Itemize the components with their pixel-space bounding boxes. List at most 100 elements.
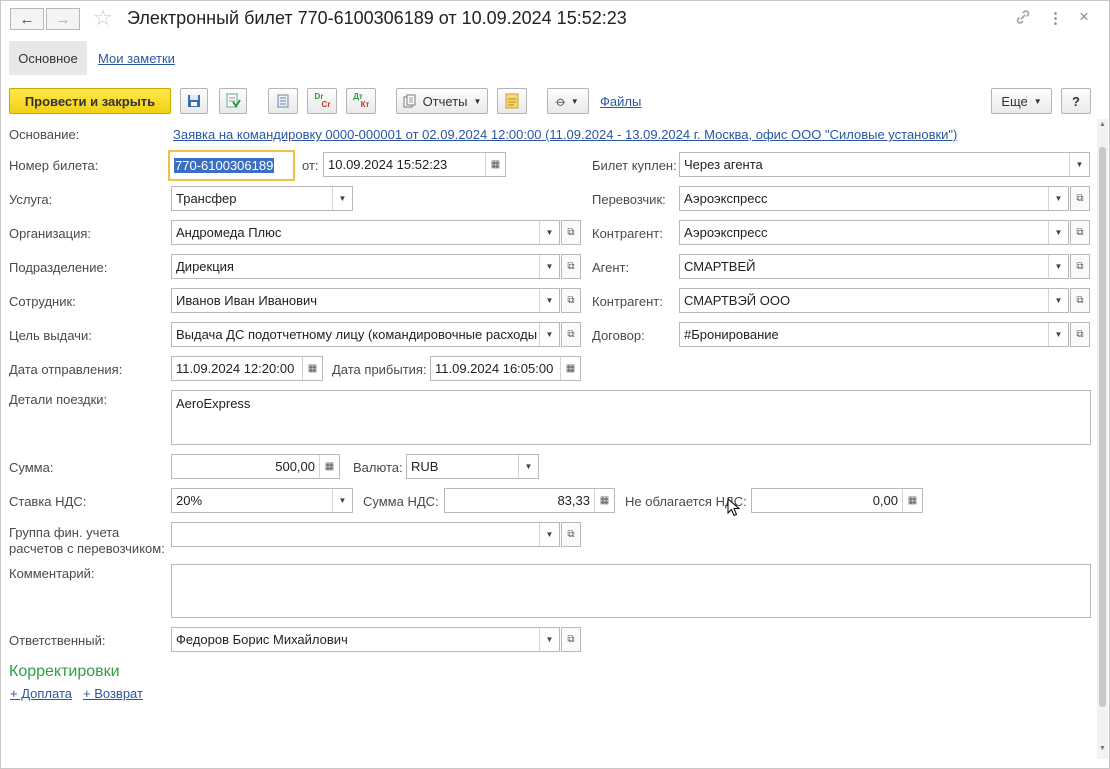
open-dept-button[interactable]: ⧉: [561, 254, 581, 279]
purpose-select[interactable]: Выдача ДС подотчетному лицу (командирово…: [171, 322, 560, 347]
vertical-scrollbar[interactable]: ▲ ▼: [1097, 119, 1108, 759]
note-button[interactable]: [497, 88, 527, 114]
calendar-icon[interactable]: ▦: [485, 153, 505, 176]
save-button[interactable]: [180, 88, 208, 114]
open-employee-button[interactable]: ⧉: [561, 288, 581, 313]
contract-select[interactable]: #Бронирование ▼: [679, 322, 1069, 347]
novat-input[interactable]: 0,00 ▦: [751, 488, 923, 513]
open-org-button[interactable]: ⧉: [561, 220, 581, 245]
chevron-down-icon[interactable]: ▼: [1048, 221, 1068, 244]
basis-link[interactable]: Заявка на командировку 0000-000001 от 02…: [173, 127, 957, 142]
employee-select[interactable]: Иванов Иван Иванович ▼: [171, 288, 560, 313]
depart-date-input[interactable]: 11.09.2024 12:20:00 ▦: [171, 356, 323, 381]
details-textarea[interactable]: AeroExpress: [171, 390, 1091, 445]
open-icon: ⧉: [567, 227, 575, 238]
cr-label: Cr: [321, 100, 331, 109]
service-select[interactable]: Трансфер ▼: [171, 186, 353, 211]
chevron-down-icon[interactable]: ▼: [539, 523, 559, 546]
calculator-icon[interactable]: ▦: [319, 455, 339, 478]
scrollbar-thumb[interactable]: [1099, 147, 1106, 707]
more-vert-icon[interactable]: ⋮: [1048, 9, 1063, 27]
post-and-close-button[interactable]: Провести и закрыть: [9, 88, 171, 114]
chevron-down-icon[interactable]: ▼: [539, 255, 559, 278]
chevron-down-icon[interactable]: ▼: [1069, 153, 1089, 176]
vat-sum-input[interactable]: 83,33 ▦: [444, 488, 615, 513]
files-link[interactable]: Файлы: [600, 94, 641, 109]
carrier-label: Перевозчик:: [592, 192, 666, 207]
vat-rate-label: Ставка НДС:: [9, 494, 87, 509]
arrive-label: Дата прибытия:: [332, 362, 427, 377]
open-group-button[interactable]: ⧉: [561, 522, 581, 547]
open-purpose-button[interactable]: ⧉: [561, 322, 581, 347]
star-icon[interactable]: ☆: [93, 5, 113, 31]
post-button[interactable]: [219, 88, 247, 114]
list-icon: [277, 94, 289, 108]
carrier-select[interactable]: Аэроэкспресс ▼: [679, 186, 1069, 211]
chevron-down-icon[interactable]: ▼: [539, 221, 559, 244]
chevron-down-icon[interactable]: ▼: [332, 489, 352, 512]
chevron-down-icon[interactable]: ▼: [518, 455, 538, 478]
reports-icon: [403, 94, 416, 108]
chevron-down-icon[interactable]: ▼: [332, 187, 352, 210]
open-contractor2-button[interactable]: ⧉: [1070, 288, 1090, 313]
open-agent-button[interactable]: ⧉: [1070, 254, 1090, 279]
document-list-button[interactable]: [268, 88, 298, 114]
comment-textarea[interactable]: [171, 564, 1091, 618]
surcharge-link[interactable]: + Доплата: [10, 686, 72, 701]
vat-rate-select[interactable]: 20% ▼: [171, 488, 353, 513]
responsible-select[interactable]: Федоров Борис Михайлович ▼: [171, 627, 560, 652]
refund-link[interactable]: + Возврат: [83, 686, 143, 701]
agent-select[interactable]: СМАРТВЕЙ ▼: [679, 254, 1069, 279]
ticket-date-input[interactable]: 10.09.2024 15:52:23 ▦: [323, 152, 506, 177]
calculator-icon[interactable]: ▦: [594, 489, 614, 512]
open-icon: ⧉: [567, 261, 575, 272]
post-doc-icon: [226, 93, 241, 108]
calculator-icon[interactable]: ▦: [902, 489, 922, 512]
open-carrier-button[interactable]: ⧉: [1070, 186, 1090, 211]
chevron-down-icon[interactable]: ▼: [1048, 187, 1068, 210]
chevron-down-icon[interactable]: ▼: [539, 628, 559, 651]
scroll-up-icon[interactable]: ▲: [1099, 121, 1106, 128]
bought-select[interactable]: Через агента ▼: [679, 152, 1090, 177]
chevron-down-icon[interactable]: ▼: [539, 323, 559, 346]
arrive-date-input[interactable]: 11.09.2024 16:05:00 ▦: [430, 356, 581, 381]
calendar-icon[interactable]: ▦: [560, 357, 580, 380]
close-icon[interactable]: ×: [1079, 7, 1089, 27]
ticket-number-label: Номер билета:: [9, 158, 99, 173]
link-icon[interactable]: [1015, 9, 1031, 29]
open-contractor1-button[interactable]: ⧉: [1070, 220, 1090, 245]
contractor1-select[interactable]: Аэроэкспресс ▼: [679, 220, 1069, 245]
reports-button[interactable]: Отчеты ▼: [396, 88, 488, 114]
org-value: Андромеда Плюс: [176, 225, 282, 240]
attach-button[interactable]: ⌀ ▼: [547, 88, 589, 114]
org-select[interactable]: Андромеда Плюс ▼: [171, 220, 560, 245]
sum-input[interactable]: 500,00 ▦: [171, 454, 340, 479]
employee-value: Иванов Иван Иванович: [176, 293, 318, 308]
open-contract-button[interactable]: ⧉: [1070, 322, 1090, 347]
open-icon: ⧉: [1076, 295, 1084, 306]
tab-my-notes[interactable]: Мои заметки: [98, 51, 175, 66]
open-icon: ⧉: [567, 529, 575, 540]
open-responsible-button[interactable]: ⧉: [561, 627, 581, 652]
contract-label: Договор:: [592, 328, 645, 343]
chevron-down-icon[interactable]: ▼: [1048, 255, 1068, 278]
more-button[interactable]: Еще ▼: [991, 88, 1052, 114]
help-button[interactable]: ?: [1061, 88, 1091, 114]
currency-select[interactable]: RUB ▼: [406, 454, 539, 479]
dept-select[interactable]: Дирекция ▼: [171, 254, 560, 279]
chevron-down-icon[interactable]: ▼: [1048, 323, 1068, 346]
calendar-icon[interactable]: ▦: [302, 357, 322, 380]
open-icon: ⧉: [1076, 261, 1084, 272]
scroll-down-icon[interactable]: ▼: [1099, 745, 1106, 752]
chevron-down-icon[interactable]: ▼: [1048, 289, 1068, 312]
corrections-heading: Корректировки: [9, 663, 120, 680]
group-select[interactable]: ▼: [171, 522, 560, 547]
dt-kt-button[interactable]: Дт Кт: [346, 88, 376, 114]
tab-main[interactable]: Основное: [9, 41, 87, 75]
back-button[interactable]: ←: [10, 8, 44, 30]
forward-button[interactable]: →: [46, 8, 80, 30]
contractor2-select[interactable]: СМАРТВЭЙ ООО ▼: [679, 288, 1069, 313]
dr-cr-button[interactable]: Dr Cr: [307, 88, 337, 114]
ticket-number-input[interactable]: 770-6100306189: [168, 150, 295, 181]
chevron-down-icon[interactable]: ▼: [539, 289, 559, 312]
